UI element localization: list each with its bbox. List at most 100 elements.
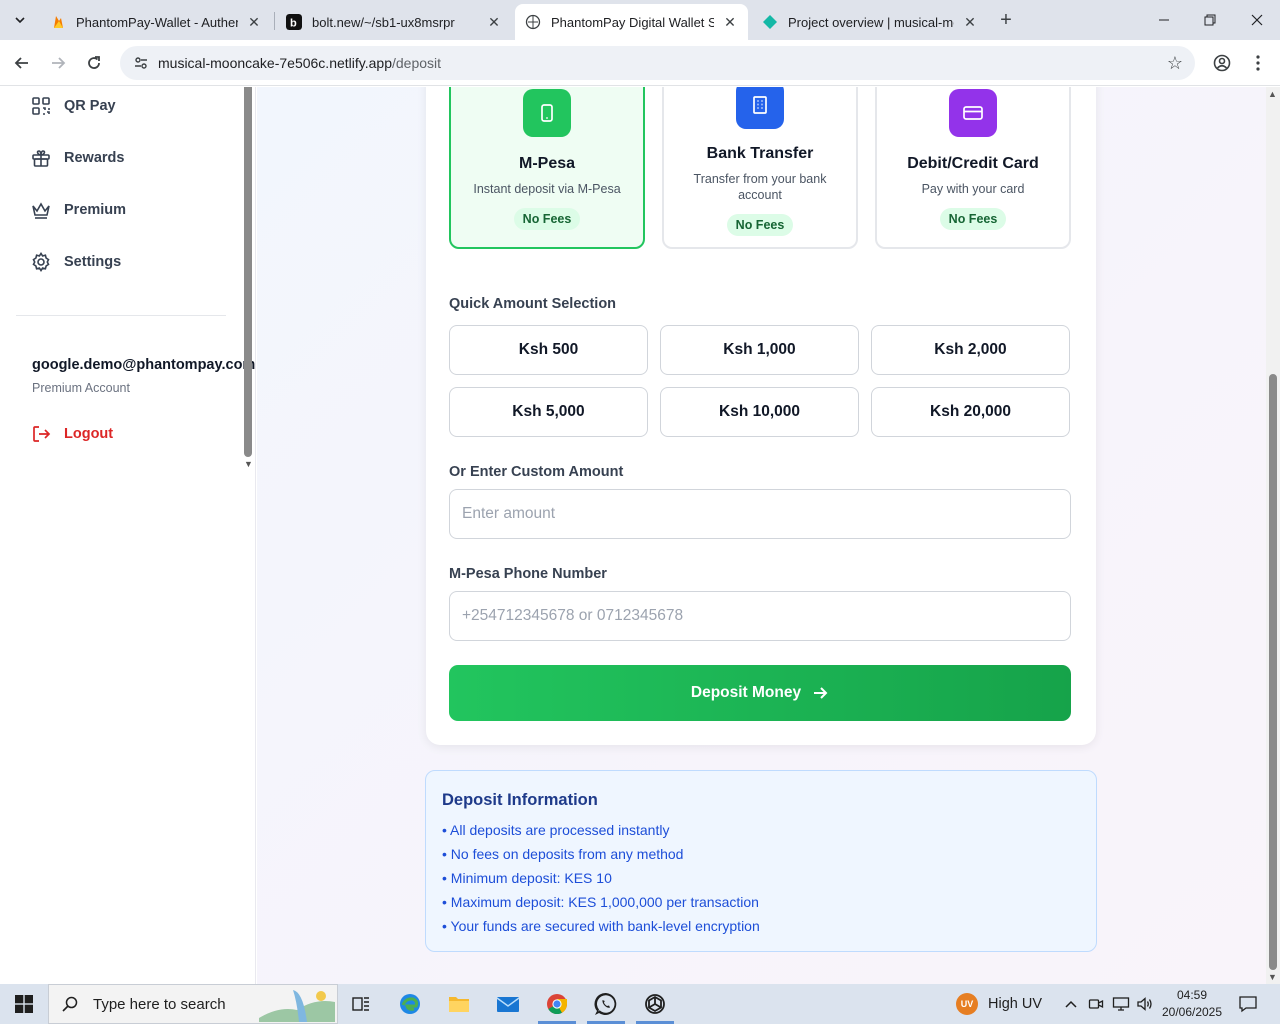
user-plan: Premium Account: [32, 381, 130, 395]
page-scrollbar-thumb[interactable]: [1269, 374, 1277, 970]
profile-button[interactable]: [1208, 49, 1236, 77]
back-button[interactable]: [8, 49, 36, 77]
weather-widget[interactable]: UV High UV: [956, 984, 1042, 1024]
sidebar-item-rewards[interactable]: Rewards: [30, 147, 124, 169]
edge-icon: [400, 994, 420, 1014]
phone-icon: [541, 104, 553, 122]
reload-button[interactable]: [80, 49, 108, 77]
sidebar-item-settings[interactable]: Settings: [30, 251, 121, 273]
tab-phantompay-auth[interactable]: PhantomPay-Wallet - Authentic ✕: [40, 4, 272, 40]
task-view-button[interactable]: [338, 984, 384, 1024]
site-settings-icon[interactable]: [133, 55, 149, 71]
taskbar-mail[interactable]: [485, 984, 531, 1024]
method-icon-box: [523, 89, 571, 137]
sidebar-scroll-down-arrow[interactable]: ▼: [244, 459, 253, 469]
whatsapp-icon: [594, 992, 617, 1015]
close-tab-icon[interactable]: ✕: [962, 14, 978, 30]
sidebar: QR Pay Rewards Premium Settings google.d…: [0, 87, 256, 984]
close-tab-icon[interactable]: ✕: [246, 14, 262, 30]
browser-toolbar: musical-mooncake-7e506c.netlify.app/depo…: [0, 40, 1280, 86]
main-content: M-Pesa Instant deposit via M-Pesa No Fee…: [257, 87, 1266, 984]
mail-icon: [496, 997, 520, 1012]
method-desc: Instant deposit via M-Pesa: [473, 182, 621, 196]
tab-search-button[interactable]: [6, 7, 34, 33]
netlify-icon: [763, 15, 777, 29]
taskbar-file-explorer[interactable]: [436, 984, 482, 1024]
close-window-button[interactable]: [1234, 0, 1280, 40]
taskbar-search-box[interactable]: Type here to search: [48, 984, 338, 1024]
close-icon: [1251, 14, 1263, 26]
method-name: M-Pesa: [518, 155, 576, 172]
amount-button-500[interactable]: Ksh 500: [449, 325, 648, 375]
url-host: musical-mooncake-7e506c.netlify.app: [158, 55, 392, 71]
info-item: • No fees on deposits from any method: [442, 846, 684, 862]
forward-button[interactable]: [44, 49, 72, 77]
sidebar-scrollbar-thumb[interactable]: [244, 87, 252, 457]
reload-icon: [88, 56, 100, 69]
windows-icon: [15, 995, 33, 1013]
arrow-right-icon: [814, 687, 828, 699]
restore-icon: [1204, 14, 1216, 26]
tab-netlify[interactable]: Project overview | musical-moo ✕: [752, 4, 988, 40]
tab-bolt[interactable]: b bolt.new/~/sb1-ux8msrpr ✕: [276, 4, 512, 40]
volume-icon: [1137, 997, 1152, 1011]
deposit-money-button[interactable]: Deposit Money: [449, 665, 1071, 721]
logout-icon: [33, 426, 51, 442]
search-icon: [62, 996, 78, 1012]
method-icon-box: [736, 87, 784, 129]
taskbar-chrome[interactable]: [534, 984, 580, 1024]
tray-network[interactable]: [1112, 984, 1130, 1024]
amount-button-1000[interactable]: Ksh 1,000: [660, 325, 859, 375]
bookmark-star-icon[interactable]: ☆: [1167, 53, 1183, 74]
minimize-icon: [1159, 19, 1169, 21]
tray-meet-now[interactable]: [1088, 984, 1104, 1024]
method-bank-transfer[interactable]: Bank Transfer Transfer from your bank ac…: [662, 87, 858, 249]
logout-label: Logout: [64, 426, 114, 442]
new-tab-button[interactable]: +: [994, 8, 1018, 32]
taskbar-chatgpt[interactable]: [632, 984, 678, 1024]
sidebar-item-label: Premium: [64, 202, 127, 218]
tray-overflow-button[interactable]: [1064, 984, 1078, 1024]
custom-amount-input[interactable]: [449, 489, 1071, 539]
chevron-up-icon: [1065, 1000, 1077, 1008]
gear-icon: [32, 252, 50, 272]
amount-button-5000[interactable]: Ksh 5,000: [449, 387, 648, 437]
page-scrollbar[interactable]: ▲ ▼: [1266, 87, 1280, 984]
start-button[interactable]: [0, 984, 48, 1024]
crown-icon: [32, 202, 50, 219]
sidebar-item-qr-pay[interactable]: QR Pay: [30, 95, 116, 117]
tab-phantompay-active[interactable]: PhantomPay Digital Wallet Syst ✕: [515, 4, 748, 40]
method-mpesa[interactable]: M-Pesa Instant deposit via M-Pesa No Fee…: [449, 87, 645, 249]
notifications-button[interactable]: [1238, 984, 1258, 1024]
scroll-up-arrow[interactable]: ▲: [1268, 89, 1277, 99]
building-icon: [753, 96, 767, 114]
restore-button[interactable]: [1187, 0, 1233, 40]
deposit-button-label: Deposit Money: [690, 684, 802, 701]
amount-button-2000[interactable]: Ksh 2,000: [871, 325, 1070, 375]
phone-number-input[interactable]: [449, 591, 1071, 641]
browser-menu-button[interactable]: [1244, 49, 1272, 77]
tray-volume[interactable]: [1136, 984, 1154, 1024]
sidebar-item-premium[interactable]: Premium: [30, 199, 126, 221]
logout-button[interactable]: Logout: [30, 423, 113, 445]
svg-text:b: b: [290, 18, 297, 30]
taskbar-edge[interactable]: [387, 984, 433, 1024]
method-card[interactable]: Debit/Credit Card Pay with your card No …: [875, 87, 1071, 249]
scroll-down-arrow[interactable]: ▼: [1268, 972, 1277, 982]
close-tab-icon[interactable]: ✕: [486, 14, 502, 30]
amount-button-20000[interactable]: Ksh 20,000: [871, 387, 1070, 437]
info-item: • Maximum deposit: KES 1,000,000 per tra…: [442, 894, 759, 910]
method-desc: Pay with your card: [921, 182, 1025, 196]
uv-badge: UV: [956, 993, 978, 1015]
sidebar-divider: [16, 315, 226, 316]
user-email: google.demo@phantompay.com: [32, 357, 256, 373]
address-bar[interactable]: musical-mooncake-7e506c.netlify.app/depo…: [120, 46, 1195, 80]
profile-icon: [1213, 54, 1231, 72]
firebase-icon: [54, 16, 63, 28]
minimize-button[interactable]: [1141, 0, 1187, 40]
close-tab-icon[interactable]: ✕: [722, 14, 738, 30]
taskbar-clock[interactable]: 04:59 20/06/2025: [1158, 987, 1226, 1021]
custom-amount-label: Or Enter Custom Amount: [449, 464, 624, 480]
amount-button-10000[interactable]: Ksh 10,000: [660, 387, 859, 437]
taskbar-whatsapp[interactable]: [583, 984, 629, 1024]
